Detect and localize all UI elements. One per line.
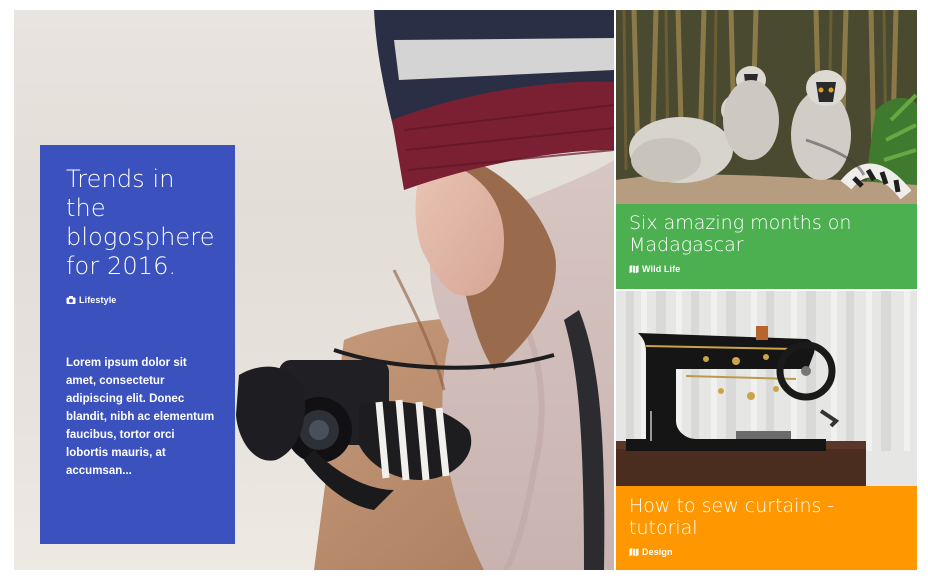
post-card-madagascar-category-label: Wild Life — [642, 264, 681, 274]
featured-post-card[interactable]: Trends in the blogosphere for 2016. Life… — [40, 145, 235, 544]
post-card-madagascar[interactable]: Six amazing months on Madagascar Wild Li… — [616, 10, 917, 289]
sewing-machine-photo — [616, 291, 917, 486]
post-card-curtains-title[interactable]: How to sew curtains - tutorial — [629, 495, 904, 539]
blog-grid: Trends in the blogosphere for 2016. Life… — [14, 10, 917, 570]
featured-post-excerpt: Lorem ipsum dolor sit amet, consectetur … — [66, 357, 215, 477]
featured-post[interactable]: Trends in the blogosphere for 2016. Life… — [14, 10, 614, 570]
post-card-madagascar-title[interactable]: Six amazing months on Madagascar — [629, 212, 904, 256]
post-card-curtains-caption[interactable]: How to sew curtains - tutorial Design — [616, 486, 917, 570]
post-card-madagascar-category[interactable]: Wild Life — [629, 264, 680, 274]
lemurs-photo — [616, 10, 917, 204]
featured-post-category[interactable]: Lifestyle — [66, 295, 116, 305]
post-card-madagascar-caption[interactable]: Six amazing months on Madagascar Wild Li… — [616, 204, 917, 289]
map-icon — [629, 548, 639, 557]
post-card-curtains[interactable]: How to sew curtains - tutorial Design — [616, 291, 917, 570]
post-card-curtains-category-label: Design — [642, 547, 673, 557]
featured-post-category-label: Lifestyle — [79, 295, 117, 305]
map-icon — [629, 265, 639, 274]
featured-post-title[interactable]: Trends in the blogosphere for 2016. — [66, 165, 214, 281]
post-card-curtains-category[interactable]: Design — [629, 547, 673, 557]
camera-icon — [66, 296, 76, 304]
